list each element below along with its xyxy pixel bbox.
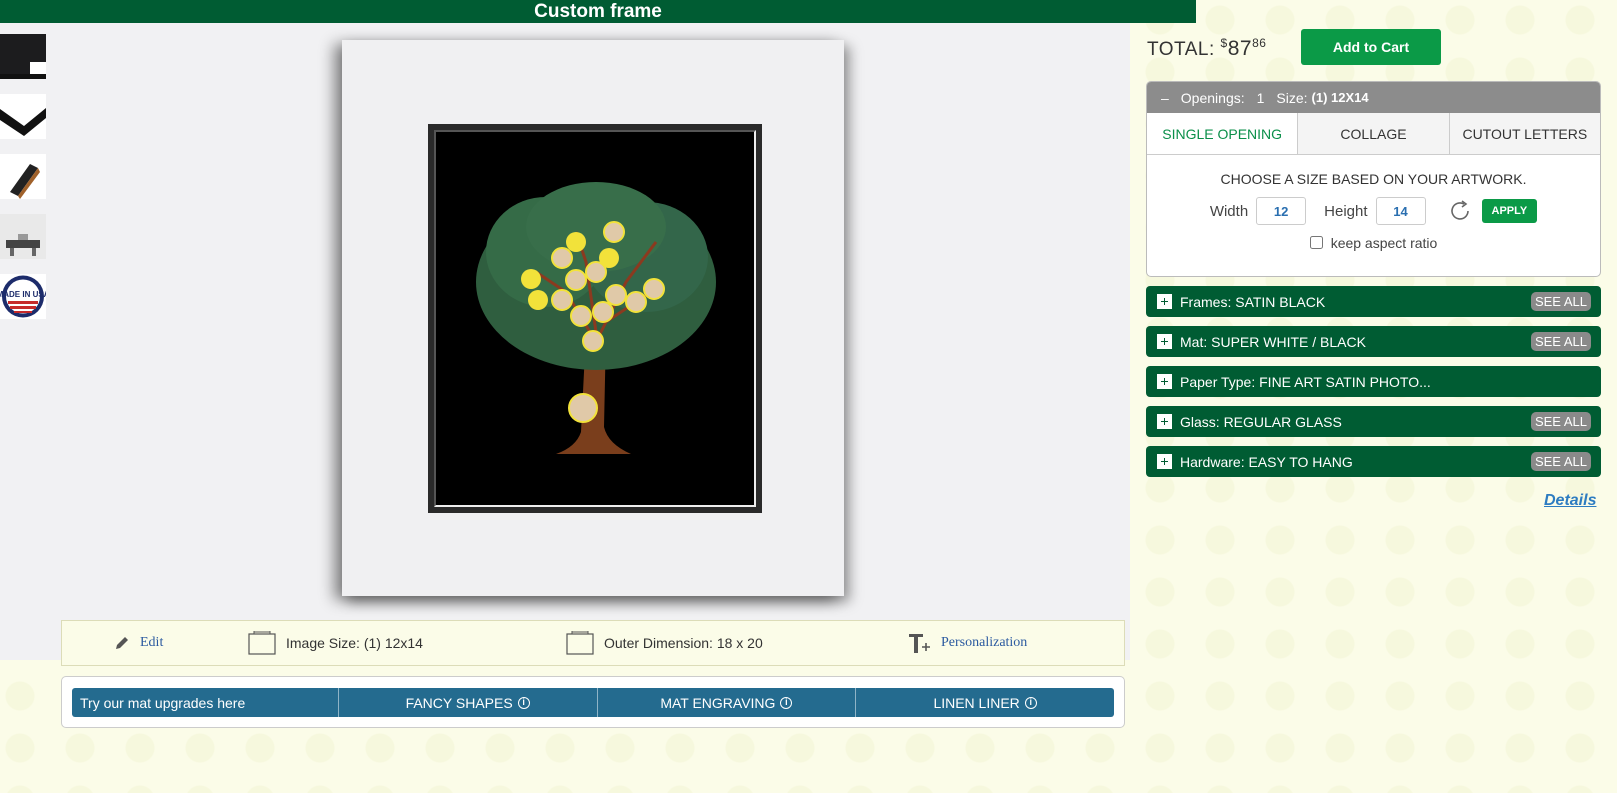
thumbnail-frame-profile[interactable] — [0, 94, 46, 139]
plus-icon — [1157, 414, 1172, 429]
see-all-button[interactable]: SEE ALL — [1530, 452, 1591, 471]
plus-icon — [1157, 374, 1172, 389]
thumbnail-room-view[interactable] — [0, 214, 46, 259]
outer-dimension-label: Outer Dimension: 18 x 20 — [604, 635, 763, 651]
thumbnail-frame-side[interactable] — [0, 154, 46, 199]
accordion-hardware[interactable]: Hardware: EASY TO HANG SEE ALL — [1146, 446, 1601, 477]
see-all-button[interactable]: SEE ALL — [1530, 412, 1591, 431]
accordion-label: Hardware: EASY TO HANG — [1180, 453, 1353, 470]
info-icon[interactable]: i — [780, 696, 793, 709]
accordion-label: Paper Type: FINE ART SATIN PHOTO... — [1180, 373, 1431, 390]
keep-aspect-label: keep aspect ratio — [1330, 235, 1438, 251]
size-instruction: CHOOSE A SIZE BASED ON YOUR ARTWORK. — [1220, 171, 1527, 187]
accordion-label: Glass: REGULAR GLASS — [1180, 413, 1342, 430]
price-dollars: 87 — [1227, 37, 1253, 60]
total-price: TOTAL: $8786 — [1147, 36, 1266, 61]
height-input[interactable] — [1375, 197, 1426, 225]
size-value: (1) 12X14 — [1311, 90, 1369, 105]
fancy-shapes-button[interactable]: FANCY SHAPES i — [339, 688, 598, 717]
accordion-glass[interactable]: Glass: REGULAR GLASS SEE ALL — [1146, 406, 1601, 437]
accordion-label: Mat: SUPER WHITE / BLACK — [1180, 333, 1366, 350]
accordion-paper-type[interactable]: Paper Type: FINE ART SATIN PHOTO... — [1146, 366, 1601, 397]
dimension-icon — [248, 631, 276, 655]
see-all-button[interactable]: SEE ALL — [1530, 332, 1591, 351]
image-size-label: Image Size: (1) 12x14 — [286, 635, 423, 651]
artwork-image — [434, 130, 756, 507]
aspect-ratio-option: keep aspect ratio — [1147, 235, 1600, 251]
accordion-frames[interactable]: Frames: SATIN BLACK SEE ALL — [1146, 286, 1601, 317]
price-cents: 86 — [1252, 36, 1267, 50]
size-controls: Width Height APPLY — [1147, 197, 1600, 225]
fancy-shapes-label: FANCY SHAPES — [405, 694, 513, 711]
add-to-cart-button[interactable]: Add to Cart — [1301, 29, 1441, 65]
upgrades-lead-text: Try our mat upgrades here — [72, 688, 339, 717]
personalization-label: Personalization — [941, 635, 1028, 650]
collapse-icon[interactable]: – — [1161, 90, 1169, 106]
accordion-label: Frames: SATIN BLACK — [1180, 293, 1326, 310]
dimension-icon — [566, 631, 594, 655]
currency-symbol: $ — [1220, 36, 1228, 50]
info-icon[interactable]: i — [517, 696, 530, 709]
family-tree-illustration — [476, 182, 716, 454]
rotate-icon[interactable] — [1448, 199, 1472, 223]
mat-upgrades-panel: Try our mat upgrades here FANCY SHAPES i … — [61, 676, 1125, 728]
edit-button[interactable]: Edit — [114, 621, 163, 665]
image-size-info: Image Size: (1) 12x14 — [248, 621, 423, 665]
pencil-icon — [114, 635, 130, 651]
details-link[interactable]: Details — [1544, 492, 1596, 510]
width-label: Width — [1209, 202, 1249, 220]
personalization-button[interactable]: Personalization — [907, 621, 1027, 665]
size-label: Size: — [1276, 89, 1308, 106]
thumbnail-frame-corner[interactable] — [0, 34, 46, 79]
edit-label: Edit — [140, 635, 164, 650]
tab-collage[interactable]: COLLAGE — [1297, 113, 1449, 154]
tab-single-opening[interactable]: SINGLE OPENING — [1147, 113, 1298, 154]
text-plus-icon — [907, 631, 931, 655]
linen-liner-button[interactable]: LINEN LINER i — [856, 688, 1114, 717]
linen-liner-label: LINEN LINER — [933, 694, 1020, 711]
keep-aspect-checkbox[interactable] — [1309, 236, 1323, 249]
openings-count: 1 — [1256, 89, 1265, 106]
mat-engraving-label: MAT ENGRAVING — [660, 694, 776, 711]
openings-label: Openings: — [1180, 89, 1245, 106]
mat-engraving-button[interactable]: MAT ENGRAVING i — [598, 688, 857, 717]
total-label: TOTAL: — [1147, 39, 1215, 60]
frame-info-bar: Edit Image Size: (1) 12x14 Outer Dimensi… — [61, 620, 1125, 666]
openings-header[interactable]: – Openings: 1 Size: (1) 12X14 — [1147, 82, 1600, 113]
made-in-usa-logo-text: MADE IN USA — [0, 290, 46, 299]
height-label: Height — [1324, 202, 1368, 220]
page-title: Custom frame — [0, 0, 1196, 23]
see-all-button[interactable]: SEE ALL — [1530, 292, 1591, 311]
thumbnail-made-in-usa[interactable]: MADE IN USA — [0, 274, 46, 319]
opening-tabs: SINGLE OPENING COLLAGE CUTOUT LETTERS — [1147, 113, 1600, 155]
info-icon[interactable]: i — [1024, 696, 1037, 709]
width-input[interactable] — [1256, 197, 1307, 225]
plus-icon — [1157, 334, 1172, 349]
plus-icon — [1157, 454, 1172, 469]
plus-icon — [1157, 294, 1172, 309]
outer-dimension-info: Outer Dimension: 18 x 20 — [566, 621, 763, 665]
apply-button[interactable]: APPLY — [1481, 199, 1538, 223]
thumbnail-list: MADE IN USA — [0, 34, 46, 334]
tab-cutout-letters[interactable]: CUTOUT LETTERS — [1448, 113, 1600, 154]
frame-opening — [428, 124, 762, 513]
accordion-mat[interactable]: Mat: SUPER WHITE / BLACK SEE ALL — [1146, 326, 1601, 357]
openings-panel: – Openings: 1 Size: (1) 12X14 SINGLE OPE… — [1146, 81, 1601, 277]
